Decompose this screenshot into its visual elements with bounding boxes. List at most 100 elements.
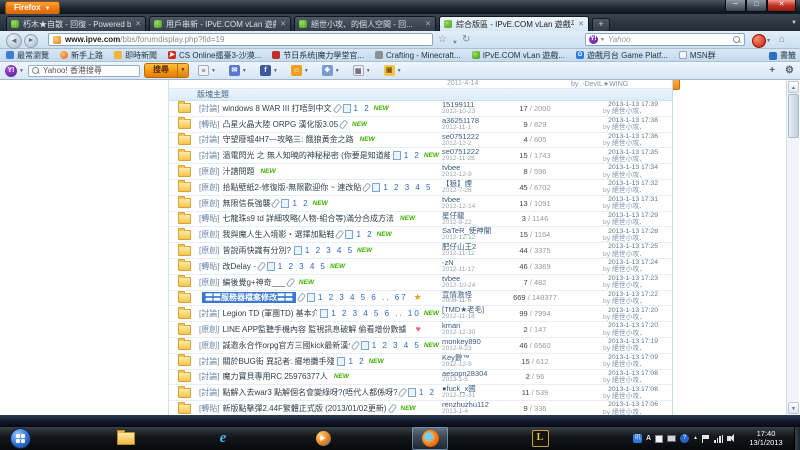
- last-poster-link[interactable]: 絕世小攻、: [612, 172, 646, 179]
- close-button[interactable]: ✕: [767, 0, 796, 12]
- ime-toolbar-icon[interactable]: [667, 435, 676, 442]
- last-post-time-link[interactable]: 2013-1-13 17:20: [566, 322, 672, 329]
- toolbar-app-messenger[interactable]: ☺▼: [291, 65, 313, 76]
- thread-title-link[interactable]: 點解入去war3 點解個名會變綠呀?(唔代人都係呀?): [222, 387, 396, 398]
- site-identity-icon[interactable]: [53, 36, 61, 44]
- blocker-icon[interactable]: [752, 34, 766, 48]
- action-center-flag-icon[interactable]: [702, 435, 710, 443]
- tab-3[interactable]: 絕世小攻、的個人空間 - 回... ✕: [294, 16, 436, 31]
- thread-title-link[interactable]: 改Delay -: [222, 261, 255, 272]
- ime-language-indicator[interactable]: A: [646, 434, 651, 443]
- yahoo-logo-icon[interactable]: Y!: [5, 65, 17, 77]
- thread-row[interactable]: [原創] 我與魔人生入境影‧選擇加點鞋 1 2 NEW SaTeR_使神闇 20…: [169, 227, 672, 243]
- last-poster-link[interactable]: 絕世小攻、: [612, 203, 646, 210]
- thread-category-link[interactable]: [轉貼]: [199, 403, 219, 414]
- forward-button[interactable]: ►: [24, 34, 38, 48]
- thread-row[interactable]: [轉貼] 新版點擊彈2.44F繁體正式版 (2013/01/02更新) NEW …: [169, 401, 672, 415]
- thread-page-links[interactable]: 1 2 3 4 5 6 .. 10: [331, 309, 421, 318]
- toolbar-app-folder[interactable]: ▣▼: [384, 65, 406, 76]
- tab-4-active[interactable]: 綜合版區 - IPvE.COM vLan 遊戲平台|... ✕: [439, 16, 589, 31]
- last-poster-link[interactable]: 絕世小攻、: [612, 330, 646, 337]
- bookmark-item[interactable]: MSN群: [679, 50, 716, 61]
- toolbar-app-calendar[interactable]: ▦▼: [353, 65, 375, 76]
- thread-page-links[interactable]: 1 2 3 4 5: [383, 183, 432, 192]
- thread-category-link[interactable]: [討論]: [199, 387, 219, 398]
- last-poster-link[interactable]: 絕世小攻、: [612, 108, 646, 115]
- tab-close-icon[interactable]: ✕: [578, 20, 584, 28]
- toolbar-app-page[interactable]: ≡▼: [198, 65, 220, 76]
- last-post-time-link[interactable]: 2013-1-13 17:29: [566, 212, 672, 219]
- bookmark-star-icon[interactable]: ☆: [438, 34, 447, 46]
- last-poster-link[interactable]: 絕世小攻、: [612, 251, 646, 258]
- last-post-time-link[interactable]: 2013-1-13 17:08: [566, 386, 672, 393]
- thread-category-link[interactable]: [討論]: [199, 150, 219, 161]
- thread-page-links[interactable]: 1 2 3 4 5: [278, 262, 327, 271]
- last-poster-link[interactable]: 絕世小攻、: [612, 124, 646, 131]
- thread-category-link[interactable]: [原創]: [199, 229, 219, 240]
- thread-title-link[interactable]: 溫電閃光 之 無人知曉的神秘秘密 (你要是知道能了救): [222, 150, 389, 161]
- firefox-menu-button[interactable]: Firefox▼: [5, 1, 60, 15]
- last-poster-link[interactable]: 絕世小攻、: [612, 314, 646, 321]
- thread-category-link[interactable]: [原創]: [199, 182, 219, 193]
- thread-row[interactable]: [轉貼] 改Delay - 1 2 3 4 5 NEW -zN 2012-11-…: [169, 259, 672, 275]
- thread-row[interactable]: [討論] 點解入去war3 點解個名會變綠呀?(唔代人都係呀?) 1 2 ●fu…: [169, 385, 672, 401]
- thread-row[interactable]: [原創] LINE APP監聽手機內容 監視訊息破解 偷看增份數據 ♥ kman…: [169, 322, 672, 338]
- last-poster-link[interactable]: 絕世小攻、: [612, 187, 646, 194]
- last-post-time-link[interactable]: 2013-1-13 17:34: [566, 164, 672, 171]
- toolbar-app-group[interactable]: ❖▼: [322, 65, 344, 76]
- thread-row[interactable]: [討論] 溫電閃光 之 無人知曉的神秘秘密 (你要是知道能了救) 1 2 NEW…: [169, 148, 672, 164]
- last-post-time-link[interactable]: 2013-1-13 17:08: [566, 370, 672, 377]
- thread-category-link[interactable]: [討論]: [199, 356, 219, 367]
- thread-title-link[interactable]: 〓〓服務器檔案修改〓〓: [202, 292, 296, 303]
- thread-title-link[interactable]: 關於BUG街 異記者: 擺地攤手殘: [222, 356, 334, 367]
- thread-title-link[interactable]: 七龍珠s9 td 詳細攻略(人物-組合等)滿分合成方法: [222, 213, 394, 224]
- thread-row[interactable]: [討論] 關於BUG街 異記者: 擺地攤手殘 1 2 NEW Key爵™ 201…: [169, 354, 672, 370]
- taskbar-firefox-button-active[interactable]: [412, 427, 448, 450]
- thread-row[interactable]: [原創] 無限信長強襲 1 2 NEW tvbee 2012-12-14 13 …: [169, 196, 672, 212]
- url-bar[interactable]: www.ipve.com/bbs/forumdisplay.php?fid=19: [48, 33, 433, 46]
- thread-title-link[interactable]: 我與魔人生入境影‧選擇加點鞋: [222, 229, 334, 240]
- chevron-down-icon[interactable]: ▼: [19, 68, 24, 74]
- thread-title-link[interactable]: LINE APP監聽手機內容 監視訊息破解 偷看增份數據: [222, 324, 406, 335]
- toolbar-app-facebook[interactable]: f▼: [260, 65, 282, 76]
- thread-category-link[interactable]: [原創]: [199, 340, 219, 351]
- thread-row[interactable]: [轉貼] 凸星火晶大陸 ORPG 漢化版3.05 NEW a36251178 2…: [169, 117, 672, 133]
- last-poster-link[interactable]: 絕世小攻、: [612, 235, 646, 242]
- bookmark-item[interactable]: ▶CS Online擂臺3-沙漠...: [168, 50, 261, 61]
- thread-category-link[interactable]: [討論]: [199, 134, 219, 145]
- ime-icon[interactable]: 讯: [633, 434, 642, 443]
- thread-page-links[interactable]: 1 2: [356, 230, 373, 239]
- last-poster-link[interactable]: 絕世小攻、: [612, 266, 646, 273]
- last-poster-link[interactable]: 絕世小攻、: [612, 298, 646, 305]
- thread-page-links[interactable]: 1 2 3 4 5 6 .. 67: [318, 293, 408, 302]
- thread-category-link[interactable]: [討論]: [199, 103, 219, 114]
- show-bookmarks-button[interactable]: 書籤: [769, 49, 796, 62]
- last-post-time-link[interactable]: 2013-1-13 17:06: [566, 401, 672, 408]
- last-poster-link[interactable]: 絕世小攻、: [612, 140, 646, 147]
- thread-category-link[interactable]: [原創]: [199, 198, 219, 209]
- tab-close-icon[interactable]: ✕: [280, 20, 286, 28]
- bookmark-item[interactable]: IPvE.COM vLan 遊戲...: [472, 50, 565, 61]
- thread-row[interactable]: 〓〓服務器檔案修改〓〓 1 2 3 4 5 6 .. 67 ★ 宣情激怪 200…: [169, 291, 672, 307]
- thread-category-link[interactable]: [討論]: [199, 308, 219, 319]
- thread-row[interactable]: [討論] Legion TD (軍團TD) 基本介紹 3/12更新 1 2 3 …: [169, 306, 672, 322]
- last-poster-link[interactable]: 絕世小攻、: [612, 393, 646, 400]
- last-post-time-link[interactable]: 2013-1-13 17:22: [566, 291, 672, 298]
- toolbar-settings-gear-icon[interactable]: ⚙: [785, 65, 794, 76]
- taskbar-ie-button[interactable]: e: [205, 427, 241, 450]
- search-bar[interactable]: Y! ▼ Yahoo: [585, 33, 745, 46]
- thread-title-link[interactable]: 守望廢墟4H7—攻略三: 餓狼黃金之路: [222, 134, 353, 145]
- thread-title-link[interactable]: windows 8 WAR III 打唔到中文: [222, 103, 331, 114]
- last-post-time-link[interactable]: 2013-1-13 17:35: [566, 149, 672, 156]
- thread-page-links[interactable]: 1 2: [348, 357, 365, 366]
- taskbar-clock[interactable]: 17:40 13/1/2013: [740, 429, 792, 448]
- taskbar-lol-button[interactable]: L: [522, 427, 558, 450]
- last-poster-link[interactable]: 絕世小攻、: [612, 282, 646, 289]
- thread-title-link[interactable]: 無限信長強襲: [222, 198, 270, 209]
- thread-title-link[interactable]: 魔力寶貝專用RC 25976377人: [222, 371, 327, 382]
- thread-row[interactable]: [討論] 魔力寶貝專用RC 25976377人 NEW aesopn28304 …: [169, 370, 672, 386]
- home-icon[interactable]: ⌂: [779, 34, 785, 46]
- help-tray-icon[interactable]: ?: [680, 434, 689, 443]
- thread-category-link[interactable]: [討論]: [199, 371, 219, 382]
- tab-1[interactable]: 朽木★自散 - 回復 - Powered by Disc... ✕: [6, 16, 146, 31]
